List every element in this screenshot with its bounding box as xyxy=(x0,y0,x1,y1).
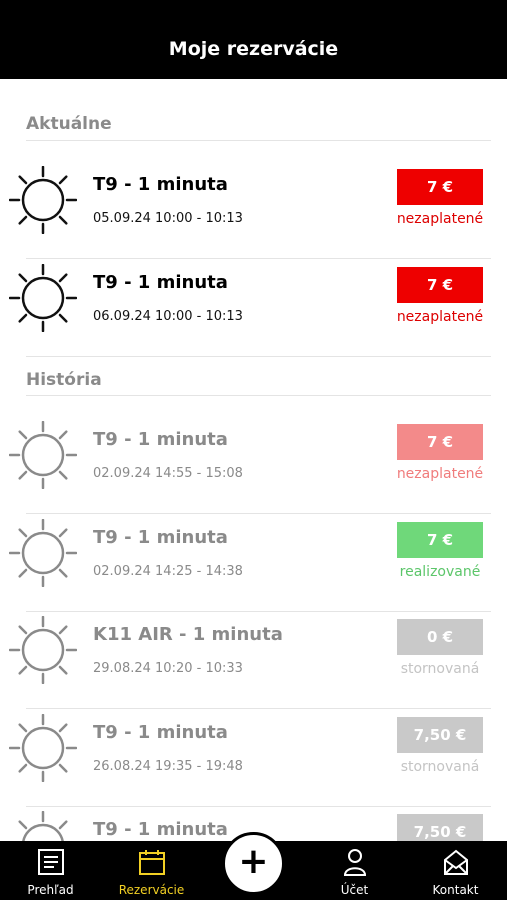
sun-icon xyxy=(8,615,78,685)
sun-icon xyxy=(8,713,78,783)
page-title: Moje rezervácie xyxy=(168,38,339,60)
price-badge: 7,50 € xyxy=(397,814,483,841)
plus-icon: + xyxy=(238,841,269,882)
section-title-history: História xyxy=(26,370,102,390)
sun-icon xyxy=(8,263,78,332)
reservations-list[interactable]: Aktuálne T9 - 1 minuta 05.09.24 10:00 - 1… xyxy=(0,79,507,841)
payment-status: stornovaná xyxy=(400,758,480,775)
reservation-time: 02.09.24 14:25 - 14:38 xyxy=(93,563,243,579)
reservation-row[interactable]: K11 AIR - 1 minuta 29.08.24 10:20 - 10:33… xyxy=(0,612,507,709)
nav-label-overview: Prehľad xyxy=(27,883,74,897)
sun-icon xyxy=(8,165,78,235)
payment-status: nezaplatené xyxy=(396,211,484,227)
reservation-name: T9 - 1 minuta xyxy=(93,271,228,293)
reservation-time: 29.08.24 10:20 - 10:33 xyxy=(93,661,243,677)
sun-icon xyxy=(8,420,78,490)
price-badge: 0 € xyxy=(397,619,483,656)
divider xyxy=(26,395,491,396)
price-badge: 7 € xyxy=(397,169,483,205)
document-icon xyxy=(36,847,66,881)
reservation-row[interactable]: T9 - 1 minuta 26.08.24 19:35 - 19:48 7,50 … xyxy=(0,710,507,807)
reservation-time: 05.09.24 10:00 - 10:13 xyxy=(93,211,243,226)
reservation-name: T9 - 1 minuta xyxy=(93,721,228,743)
reservation-name: T9 - 1 minuta xyxy=(93,174,228,195)
sun-icon xyxy=(8,518,78,587)
payment-status: nezaplatené xyxy=(396,308,484,325)
reservation-name: T9 - 1 minuta xyxy=(93,429,228,450)
reservation-row[interactable]: T9 - 1 minuta 02.09.24 14:25 - 14:38 7 € re… xyxy=(0,515,507,612)
nav-item-overview[interactable]: Prehľad xyxy=(0,841,101,900)
payment-status: nezaplatené xyxy=(396,466,484,482)
nav-item-reservations[interactable]: Rezervácie xyxy=(101,841,202,900)
envelope-icon xyxy=(441,847,471,881)
sun-icon xyxy=(9,811,77,841)
reservation-time: 26.08.24 19:35 - 19:48 xyxy=(93,758,243,774)
reservation-row[interactable]: T9 - 1 minuta 05.09.24 10:00 - 10:13 7 € ne… xyxy=(0,162,507,259)
reservation-time: 02.09.24 14:55 - 15:08 xyxy=(93,466,243,481)
divider xyxy=(26,140,491,141)
reservation-name: K11 AIR - 1 minuta xyxy=(93,624,283,646)
reservation-row[interactable]: T9 - 1 minuta 02.09.24 14:55 - 15:08 7 € ne… xyxy=(0,417,507,514)
price-badge: 7,50 € xyxy=(397,716,483,753)
reservation-name: T9 - 1 minuta xyxy=(93,526,228,548)
reservation-row[interactable]: T9 - 1 minuta 06.09.24 10:00 - 10:13 7 € ne… xyxy=(0,260,507,357)
nav-label-reservations: Rezervácie xyxy=(118,883,185,897)
payment-status: stornovaná xyxy=(400,661,480,678)
price-badge: 7 € xyxy=(397,424,483,460)
calendar-icon xyxy=(137,847,167,881)
nav-label-account: Účet xyxy=(340,883,369,897)
payment-status: realizované xyxy=(399,563,481,580)
top-bar: Moje rezervácie xyxy=(0,0,507,79)
nav-item-account[interactable]: Účet xyxy=(304,841,405,900)
section-title-current: Aktuálne xyxy=(26,114,112,134)
nav-label-contact: Kontakt xyxy=(432,883,479,897)
reservation-name: T9 - 1 minuta xyxy=(93,819,228,841)
nav-item-contact[interactable]: Kontakt xyxy=(405,841,506,900)
reservation-time: 06.09.24 10:00 - 10:13 xyxy=(93,308,243,324)
price-badge: 7 € xyxy=(397,266,483,303)
add-reservation-button[interactable]: + xyxy=(222,832,285,895)
user-icon xyxy=(340,847,370,881)
divider xyxy=(26,355,491,357)
price-badge: 7 € xyxy=(397,521,483,558)
